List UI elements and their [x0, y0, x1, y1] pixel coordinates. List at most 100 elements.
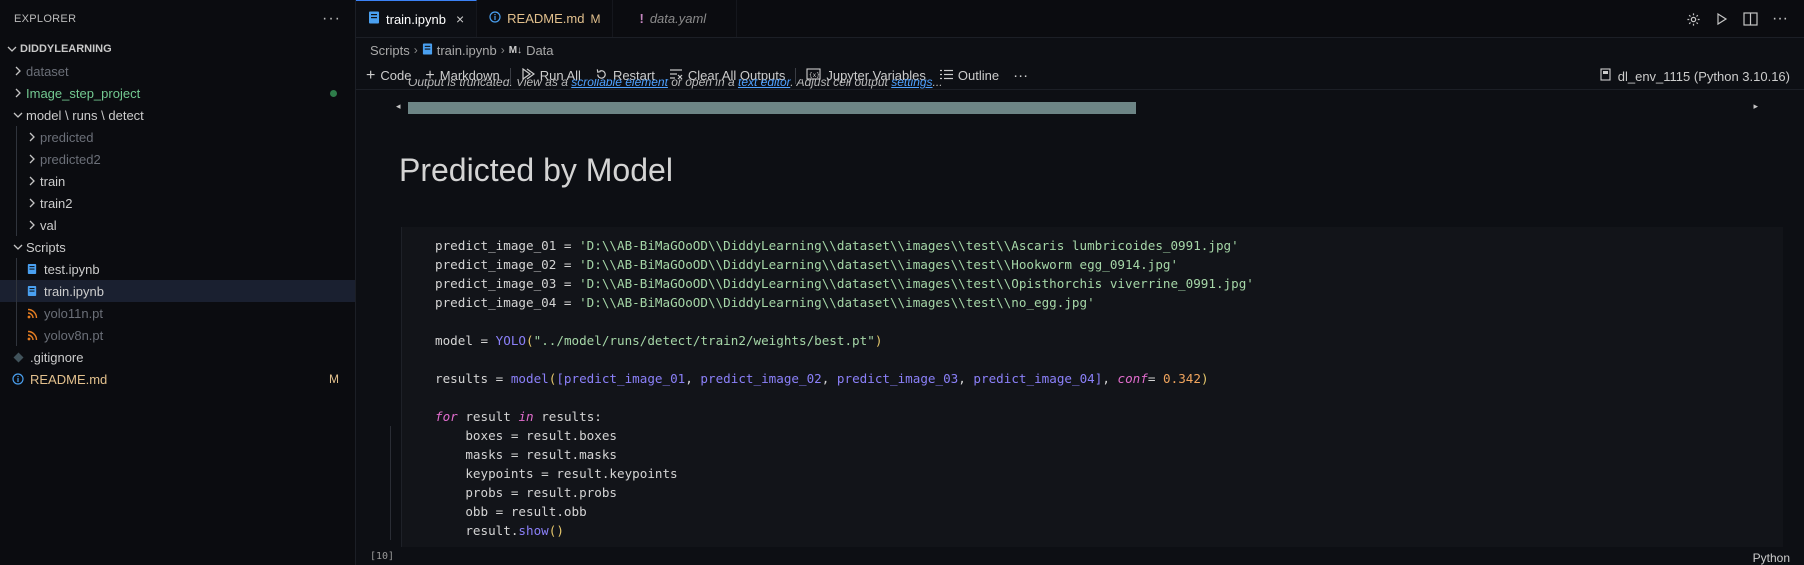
- tree-item-predicted2[interactable]: predicted2: [0, 148, 355, 170]
- scroll-right-icon[interactable]: ▸: [1753, 101, 1758, 112]
- info-icon: [489, 11, 501, 26]
- explorer-sidebar: EXPLORER ··· DIDDYLEARNING dataset Image_…: [0, 0, 356, 565]
- git-icon: [10, 352, 26, 363]
- notebook-icon: [422, 43, 433, 58]
- tree-item-label: model \ runs \ detect: [26, 107, 144, 123]
- settings-link[interactable]: settings: [891, 79, 932, 89]
- text-editor-link[interactable]: text editor: [738, 79, 790, 89]
- chevron-right-icon: ›: [500, 43, 505, 57]
- indent-guide: [390, 426, 391, 540]
- chevron-right-icon: [24, 220, 40, 230]
- more-actions-icon[interactable]: ···: [1772, 10, 1788, 28]
- scrollbar-thumb[interactable]: [408, 102, 1136, 114]
- breadcrumb-scripts[interactable]: Scripts: [370, 43, 410, 58]
- outline-label: Outline: [957, 68, 1000, 83]
- breadcrumb-train-ipynb[interactable]: train.ipynb: [437, 43, 497, 58]
- tree-item-test-ipynb[interactable]: test.ipynb: [0, 258, 355, 280]
- tab-data-yaml[interactable]: ! data.yaml: [613, 0, 738, 37]
- editor-area: train.ipynb × README.md M ! data.yaml ··…: [356, 0, 1804, 565]
- modified-badge: M: [590, 11, 601, 26]
- gear-icon[interactable]: [1686, 12, 1701, 27]
- tree-item-val[interactable]: val: [0, 214, 355, 236]
- kernel-icon: [1600, 68, 1612, 84]
- tree-item-train-ipynb[interactable]: train.ipynb: [0, 280, 355, 302]
- tree-item-image-step-project[interactable]: Image_step_project: [0, 82, 355, 104]
- outline-button[interactable]: Outline: [939, 68, 1000, 83]
- tree-indent-guide: [16, 258, 17, 280]
- cell-language[interactable]: Python: [1753, 551, 1790, 565]
- svg-text:{x}: {x}: [809, 72, 820, 79]
- code-line: keypoints = result.keypoints: [465, 466, 678, 481]
- markdown-heading: Predicted by Model: [399, 152, 673, 188]
- tree-item-train[interactable]: train: [0, 170, 355, 192]
- tab-train-ipynb[interactable]: train.ipynb ×: [356, 0, 478, 37]
- code-line: predict_image_04 = 'D:\\AB-BiMaGOoOD\\Di…: [435, 295, 1095, 310]
- tree-indent-guide: [16, 170, 17, 192]
- yaml-icon: !: [639, 11, 644, 26]
- tree-item-label: predicted: [40, 129, 94, 145]
- tree-indent-guide: [16, 192, 17, 214]
- kernel-picker[interactable]: dl_env_1115 (Python 3.10.16): [1600, 62, 1790, 90]
- explorer-header: EXPLORER ···: [0, 0, 355, 38]
- tab-label: README.md: [507, 11, 585, 26]
- info-icon: [10, 373, 26, 385]
- tab-bar: train.ipynb × README.md M ! data.yaml ··…: [356, 0, 1804, 38]
- tab-readme-md[interactable]: README.md M: [477, 0, 614, 37]
- output-horizontal-scrollbar[interactable]: ◂ ▸: [396, 101, 1758, 115]
- tree-item-dataset[interactable]: dataset: [0, 60, 355, 82]
- scrollable-element-link[interactable]: scrollable element: [571, 79, 668, 89]
- tree-item-label: test.ipynb: [44, 261, 100, 277]
- scroll-left-icon[interactable]: ◂: [396, 101, 401, 112]
- code-cell[interactable]: predict_image_01 = 'D:\\AB-BiMaGOoOD\\Di…: [401, 227, 1783, 547]
- markdown-icon: M↓: [508, 44, 523, 56]
- explorer-title: EXPLORER: [14, 13, 77, 25]
- tab-label: data.yaml: [649, 11, 707, 26]
- tree-item-label: yolo11n.pt: [44, 305, 104, 321]
- notebook-icon: [24, 285, 40, 297]
- tree-item-label: Image_step_project: [26, 85, 141, 101]
- code-editor[interactable]: predict_image_01 = 'D:\\AB-BiMaGOoOD\\Di…: [435, 236, 1254, 540]
- tree-item-readme-md[interactable]: README.md M: [0, 368, 355, 390]
- tree-indent-guide: [16, 302, 17, 324]
- tree-item-label: train: [40, 173, 66, 189]
- tree-item-label: predicted2: [40, 151, 101, 167]
- file-tree: dataset Image_step_projectmodel \ runs \ …: [0, 60, 355, 390]
- tree-item-train2[interactable]: train2: [0, 192, 355, 214]
- split-editor-icon[interactable]: [1743, 12, 1758, 26]
- tree-indent-guide: [16, 280, 17, 302]
- close-icon[interactable]: ×: [456, 11, 464, 27]
- chevron-right-icon: [10, 88, 26, 98]
- tree-item-yolov8n-pt[interactable]: yolov8n.pt: [0, 324, 355, 346]
- code-line: boxes = result.boxes: [465, 428, 617, 443]
- execution-count: [10]: [370, 551, 395, 562]
- workspace-root-label: DIDDYLEARNING: [20, 43, 112, 55]
- run-icon[interactable]: [1715, 12, 1729, 26]
- tree-item-label: yolov8n.pt: [44, 327, 104, 343]
- tree-item-label: train.ipynb: [44, 283, 104, 299]
- code-line: predict_image_03 = 'D:\\AB-BiMaGOoOD\\Di…: [435, 276, 1254, 291]
- tab-label: train.ipynb: [386, 11, 446, 27]
- notebook-icon: [368, 11, 380, 27]
- breadcrumb: Scripts › train.ipynb › M↓ Data: [356, 38, 1804, 62]
- tree-item-yolo11n-pt[interactable]: yolo11n.pt: [0, 302, 355, 324]
- tree-item-scripts[interactable]: Scripts: [0, 236, 355, 258]
- code-line: model = YOLO("../model/runs/detect/train…: [435, 333, 883, 348]
- tree-item-label: .gitignore: [30, 349, 84, 365]
- tree-item-predicted[interactable]: predicted: [0, 126, 355, 148]
- chevron-right-icon: [24, 132, 40, 142]
- tree-indent-guide: [16, 126, 17, 148]
- chevron-right-icon: ›: [413, 43, 418, 57]
- tree-item-label: train2: [40, 195, 73, 211]
- tree-item-model-runs-detect[interactable]: model \ runs \ detect: [0, 104, 355, 126]
- explorer-more-button[interactable]: ···: [322, 10, 341, 28]
- tree-item-gitignore[interactable]: .gitignore: [0, 346, 355, 368]
- plus-icon: +: [366, 66, 376, 84]
- chevron-down-icon: [4, 44, 20, 54]
- toolbar-more-button[interactable]: ···: [1013, 67, 1028, 84]
- workspace-root[interactable]: DIDDYLEARNING: [0, 38, 355, 60]
- notebook-icon: [24, 263, 40, 275]
- add-code-label: Code: [380, 68, 412, 83]
- add-code-cell-button[interactable]: + Code: [366, 67, 411, 85]
- output-truncated-notice: Output is truncated. View as a scrollabl…: [408, 79, 943, 91]
- breadcrumb-data[interactable]: Data: [526, 43, 553, 58]
